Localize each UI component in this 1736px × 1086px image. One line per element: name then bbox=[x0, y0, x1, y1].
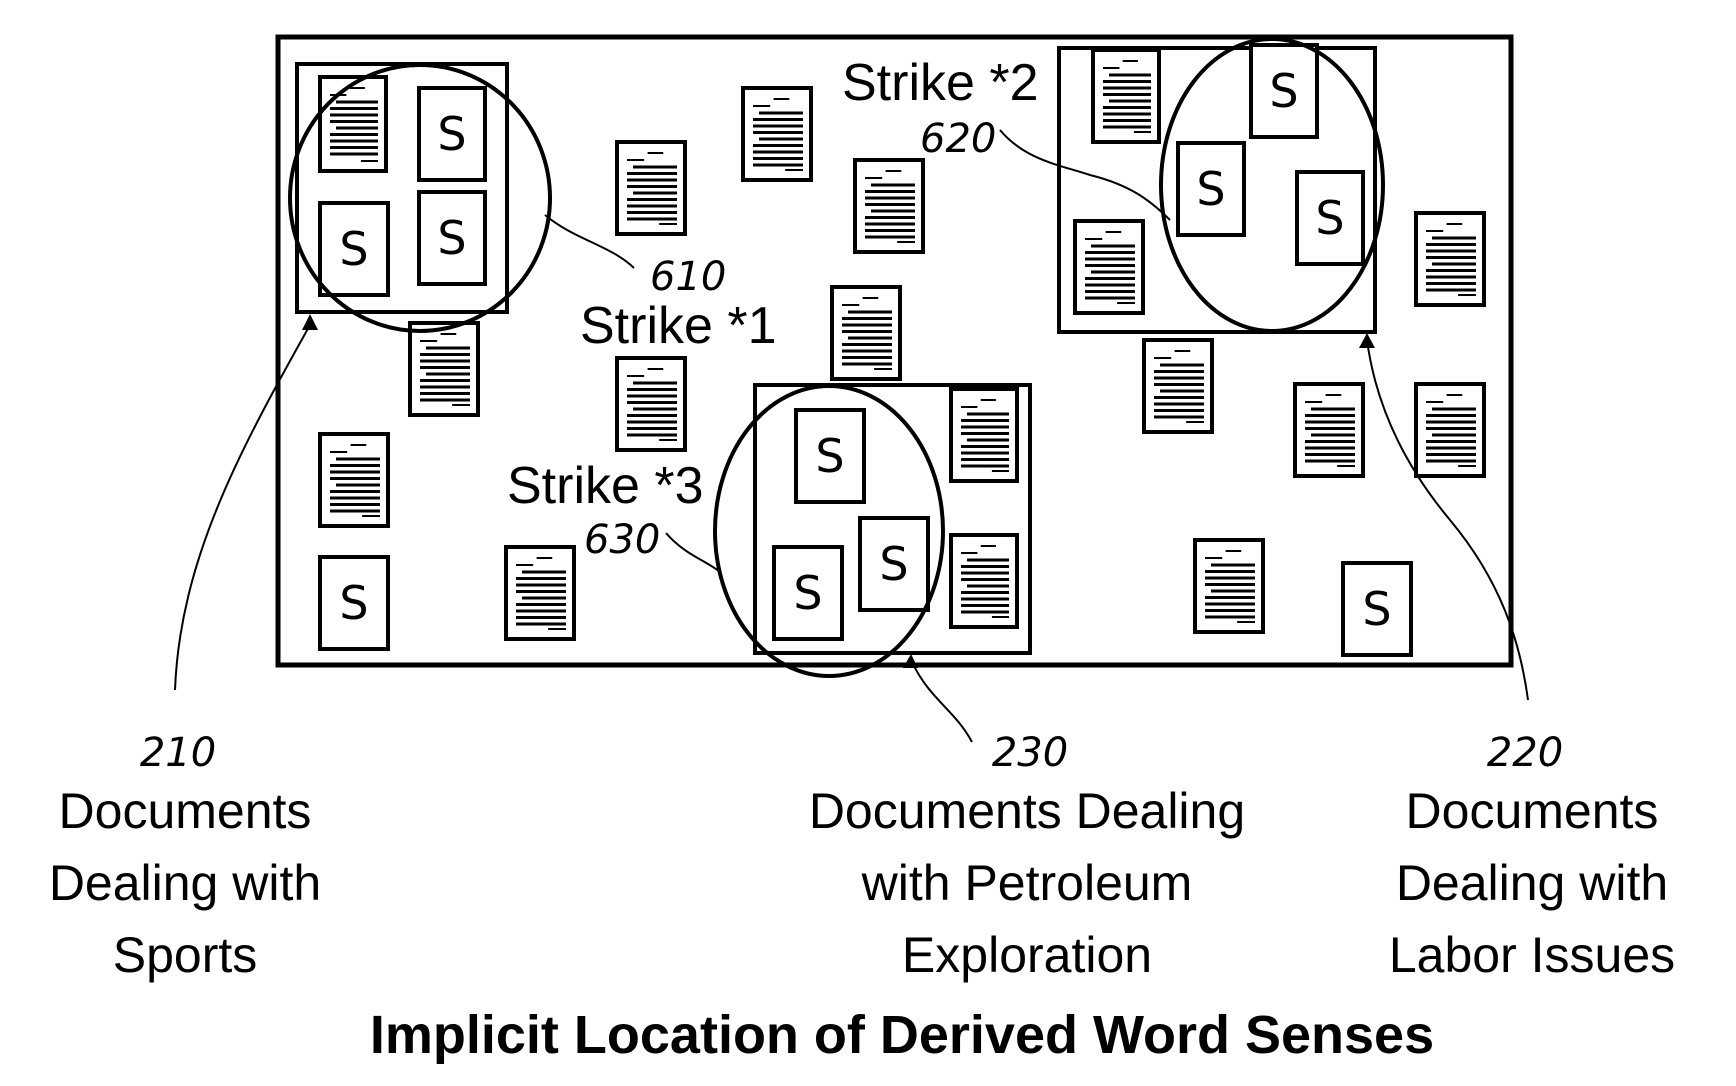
group-labor-line-3: Labor Issues bbox=[1389, 927, 1675, 983]
document-icon bbox=[615, 140, 687, 236]
document-icon bbox=[1073, 219, 1145, 315]
group-labor-line-1: Documents bbox=[1406, 783, 1659, 839]
group-sports-line-2: Dealing with bbox=[49, 855, 321, 911]
ref-230: 230 bbox=[992, 730, 1068, 776]
document-icon bbox=[615, 356, 687, 452]
document-icon bbox=[408, 321, 480, 417]
s-document-icon: S bbox=[417, 190, 487, 286]
document-icon bbox=[1293, 382, 1365, 478]
s-document-icon: S bbox=[1341, 561, 1413, 657]
document-icon bbox=[949, 533, 1019, 629]
ref-630: 630 bbox=[584, 517, 660, 563]
document-icon bbox=[318, 432, 390, 528]
group-label-sports: 210 Documents Dealing with Sports bbox=[49, 730, 321, 983]
s-document-letter: S bbox=[437, 211, 466, 265]
s-document-letter: S bbox=[1362, 582, 1391, 636]
document-icon bbox=[504, 545, 576, 641]
s-document-icon: S bbox=[417, 86, 487, 182]
group-petroleum-line-3: Exploration bbox=[902, 927, 1152, 983]
ref-220: 220 bbox=[1487, 730, 1563, 776]
s-document-icon: S bbox=[1249, 43, 1319, 139]
sense-label-strike-2: Strike *2 bbox=[842, 54, 1039, 112]
documents-layer: SS SSSSSSSSS bbox=[318, 43, 1486, 657]
sense-label-strike-1: Strike *1 bbox=[580, 297, 777, 355]
s-document-icon: S bbox=[858, 516, 930, 612]
document-icon bbox=[1193, 538, 1265, 634]
ref-210: 210 bbox=[140, 730, 216, 776]
document-icon bbox=[1142, 338, 1214, 434]
s-document-icon: S bbox=[1176, 141, 1246, 237]
document-border bbox=[318, 75, 388, 173]
group-petroleum-line-1: Documents Dealing bbox=[809, 783, 1245, 839]
group-petroleum-line-2: with Petroleum bbox=[861, 855, 1193, 911]
s-document-letter: S bbox=[793, 566, 822, 620]
ref-610: 610 bbox=[650, 254, 726, 300]
sense-label-strike-3: Strike *3 bbox=[507, 457, 704, 515]
s-document-letter: S bbox=[437, 107, 466, 161]
s-document-icon: S bbox=[318, 201, 390, 297]
arrowhead-220 bbox=[1359, 333, 1375, 348]
s-document-letter: S bbox=[339, 576, 368, 630]
document-icon bbox=[318, 75, 388, 173]
group-label-labor: 220 Documents Dealing with Labor Issues bbox=[1389, 730, 1675, 983]
leader-line-630 bbox=[665, 532, 721, 573]
document-icon bbox=[1091, 48, 1161, 144]
group-label-petroleum: 230 Documents Dealing with Petroleum Exp… bbox=[809, 730, 1245, 983]
ref-620: 620 bbox=[920, 116, 996, 162]
s-document-letter: S bbox=[879, 537, 908, 591]
s-document-letter: S bbox=[1315, 191, 1344, 245]
document-icon bbox=[1414, 211, 1486, 307]
document-icon bbox=[741, 86, 813, 182]
document-icon bbox=[830, 285, 902, 381]
document-icon bbox=[949, 387, 1019, 483]
s-document-letter: S bbox=[1269, 64, 1298, 118]
s-document-letter: S bbox=[1196, 162, 1225, 216]
s-document-icon: S bbox=[1295, 170, 1365, 266]
arrowhead-210 bbox=[302, 314, 318, 330]
arrow-line-210 bbox=[174, 324, 311, 691]
s-document-icon: S bbox=[794, 408, 866, 504]
group-sports-line-1: Documents bbox=[59, 783, 312, 839]
group-labor-line-2: Dealing with bbox=[1396, 855, 1668, 911]
s-document-icon: S bbox=[772, 545, 844, 641]
s-document-letter: S bbox=[815, 429, 844, 483]
word-sense-diagram: SS SSSSSSSSS Strike *1 610 Strike *2 620 … bbox=[49, 34, 1675, 1065]
document-icon bbox=[853, 158, 925, 254]
arrowhead-230 bbox=[903, 654, 918, 668]
arrow-line-230 bbox=[911, 661, 973, 743]
group-sports-line-3: Sports bbox=[113, 927, 258, 983]
figure-title: Implicit Location of Derived Word Senses bbox=[370, 1005, 1434, 1065]
document-icon bbox=[1414, 382, 1486, 478]
s-document-icon: S bbox=[318, 555, 390, 651]
s-document-letter: S bbox=[339, 222, 368, 276]
